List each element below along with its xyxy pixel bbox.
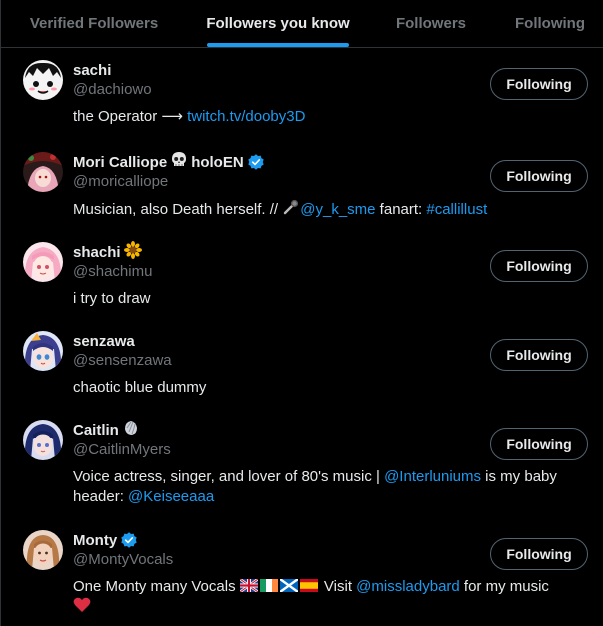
avatar[interactable] [23, 60, 63, 100]
bio-link[interactable]: twitch.tv/dooby3D [187, 108, 305, 125]
tab-label: Followers [395, 15, 466, 32]
avatar[interactable] [23, 242, 63, 282]
user-name[interactable]: sachi [73, 62, 111, 79]
user-name[interactable]: shachi [73, 244, 121, 261]
tab-followers[interactable]: Followers [369, 0, 493, 47]
user-cell-mori-calliope[interactable]: Mori Calliope holoEN @moricalliope Music… [1, 140, 603, 230]
user-name[interactable]: Mori Calliope [73, 154, 167, 171]
tab-label: Verified Followers [29, 15, 159, 32]
bio-text: One Monty many Vocals [73, 578, 240, 595]
user-bio: chaotic blue dummy [73, 378, 587, 398]
followers-page: Verified Followers Followers you know Fo… [0, 0, 603, 626]
tab-followers-you-know[interactable]: Followers you know [187, 0, 369, 47]
user-name[interactable]: Caitlin [73, 422, 119, 439]
bio-text: i try to draw [73, 290, 151, 307]
user-cell-senzawa[interactable]: senzawa @sensenzawa chaotic blue dummy F… [1, 319, 603, 408]
tab-following[interactable]: Following [493, 0, 603, 47]
microphone-emoji-icon [282, 199, 300, 221]
red-heart-emoji-icon [73, 597, 91, 619]
tab-verified-followers[interactable]: Verified Followers [1, 0, 187, 47]
tab-bar: Verified Followers Followers you know Fo… [1, 0, 603, 48]
bio-mention[interactable]: @Interluniums [384, 468, 481, 485]
bio-text-end: for my music [459, 578, 549, 595]
user-list: sachi @dachiowo the Operator ⟶ twitch.tv… [1, 48, 603, 618]
skull-emoji-icon [170, 151, 188, 174]
user-name-suffix[interactable]: holoEN [191, 154, 244, 171]
user-bio: i try to draw [73, 289, 587, 309]
bio-text: chaotic blue dummy [73, 379, 207, 396]
user-bio: Voice actress, singer, and lover of 80's… [73, 467, 587, 507]
bio-hashtag[interactable]: #callillust [426, 201, 487, 218]
bio-text: Voice actress, singer, and lover of 80's… [73, 468, 385, 485]
verified-badge-icon[interactable] [247, 153, 265, 171]
active-tab-indicator [207, 43, 349, 47]
user-cell-sachi[interactable]: sachi @dachiowo the Operator ⟶ twitch.tv… [1, 48, 603, 140]
bio-text-mid: Visit [319, 578, 357, 595]
bio-mention[interactable]: @y_k_sme [300, 201, 375, 218]
following-button[interactable]: Following [490, 538, 588, 570]
shell-emoji-icon [122, 419, 140, 442]
user-cell-monty[interactable]: Monty @MontyVocals One Monty many Vocals… [1, 518, 603, 618]
spain-flag-icon [299, 579, 318, 592]
following-button[interactable]: Following [490, 250, 588, 282]
tab-label: Following [515, 15, 585, 32]
user-cell-caitlin[interactable]: Caitlin @CaitlinMyers Voice actress, sin… [1, 408, 603, 518]
bio-text-mid: fanart: [375, 200, 427, 218]
avatar[interactable] [23, 331, 63, 371]
user-bio: One Monty many Vocals Visit @missladybar… [73, 577, 587, 619]
bio-text-mid: is my baby [481, 468, 557, 485]
bio-text: the Operator ⟶ [73, 108, 188, 125]
tab-label: Followers you know [206, 15, 350, 32]
scotland-flag-icon [279, 579, 298, 592]
user-cell-shachi[interactable]: shachi @shachimu i try to draw Following [1, 230, 603, 319]
user-bio: the Operator ⟶ twitch.tv/dooby3D [73, 107, 587, 127]
user-name[interactable]: senzawa [73, 333, 135, 350]
user-bio: Musician, also Death herself. // @y_k_sm… [73, 199, 587, 221]
uk-flag-icon [239, 579, 258, 592]
following-button[interactable]: Following [490, 160, 588, 192]
following-button[interactable]: Following [490, 428, 588, 460]
bio-text: Musician, also Death herself. // [73, 200, 283, 218]
ireland-flag-icon [259, 579, 278, 592]
user-name[interactable]: Monty [73, 532, 117, 549]
avatar[interactable] [23, 152, 63, 192]
bio-mention[interactable]: @missladybard [356, 578, 460, 595]
avatar[interactable] [23, 420, 63, 460]
sunflower-emoji-icon [123, 240, 142, 264]
following-button[interactable]: Following [490, 339, 588, 371]
avatar[interactable] [23, 530, 63, 570]
bio-mention-2[interactable]: @Keiseeaaa [128, 488, 214, 505]
bio-text-line2: header: [73, 488, 129, 505]
following-button[interactable]: Following [490, 68, 588, 100]
verified-badge-icon[interactable] [120, 531, 138, 549]
